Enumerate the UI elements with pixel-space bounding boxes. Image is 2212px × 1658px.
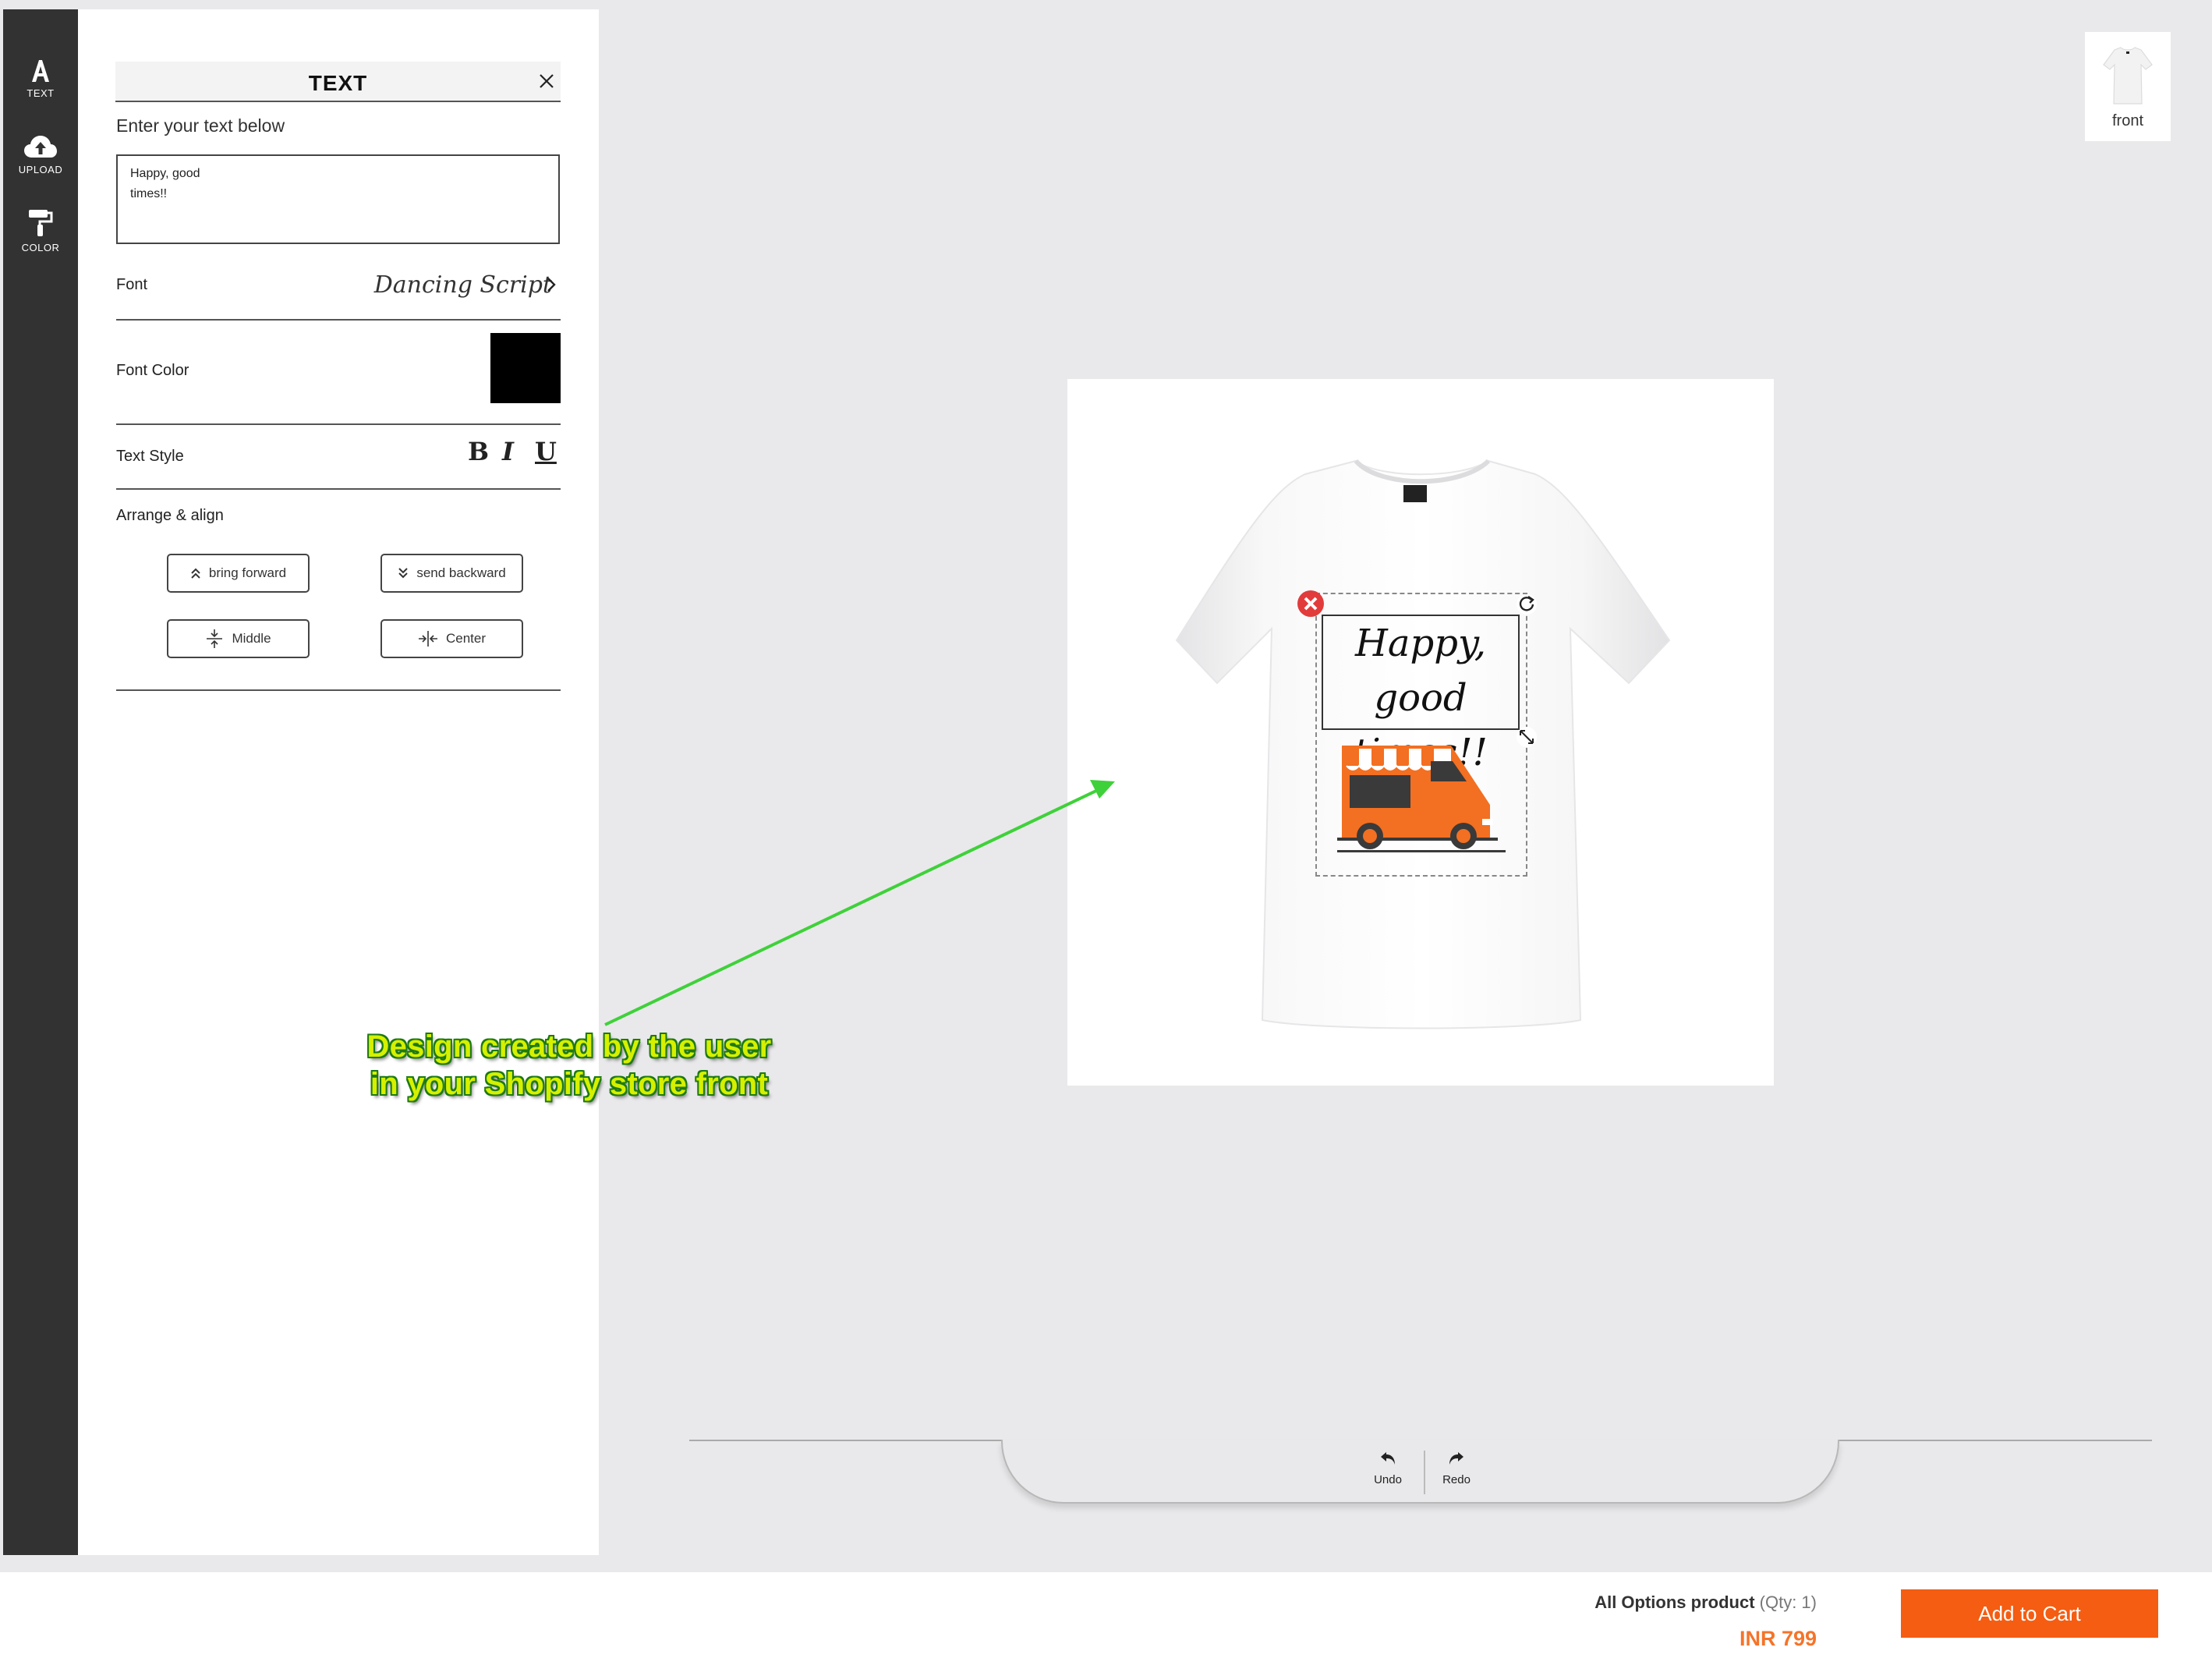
divider	[116, 488, 561, 490]
chevron-right-icon[interactable]	[544, 276, 558, 293]
panel-header: TEXT	[115, 62, 561, 102]
underline-button[interactable]: U	[535, 437, 557, 466]
design-canvas[interactable]: Happy, good times!!	[1067, 379, 1774, 1086]
annotation-text: Design created by the user in your Shopi…	[351, 1028, 787, 1103]
italic-button[interactable]: I	[502, 437, 514, 466]
toolbar-item-upload[interactable]: UPLOAD	[3, 134, 78, 175]
food-truck-image[interactable]	[1337, 741, 1506, 855]
close-icon[interactable]	[537, 72, 556, 90]
text-panel: TEXT Enter your text below Happy, good t…	[78, 9, 599, 1555]
align-middle-button[interactable]: Middle	[167, 619, 310, 658]
bring-forward-label: bring forward	[208, 565, 287, 580]
font-selector[interactable]: Dancing Script	[374, 271, 552, 299]
annotation-line-2: in your Shopify store front	[370, 1067, 769, 1101]
text-input-label: Enter your text below	[116, 115, 285, 136]
text-icon	[32, 60, 49, 82]
panel-title: TEXT	[308, 71, 368, 95]
undo-button[interactable]: Undo	[1364, 1451, 1411, 1486]
tshirt-thumbnail-icon	[2103, 47, 2153, 105]
arrange-label: Arrange & align	[116, 507, 224, 524]
align-middle-icon	[207, 629, 223, 648]
left-toolbar: TEXT UPLOAD COLOR	[3, 9, 78, 1555]
add-to-cart-button[interactable]: Add to Cart	[1901, 1589, 2158, 1638]
delete-handle-icon[interactable]	[1297, 590, 1325, 618]
send-backward-button[interactable]: send backward	[380, 554, 523, 593]
undo-icon	[1381, 1452, 1395, 1465]
undo-label: Undo	[1374, 1473, 1402, 1486]
toolbar-label-upload: UPLOAD	[18, 164, 63, 175]
view-thumbnail-front[interactable]: front	[2085, 32, 2171, 141]
divider	[116, 319, 561, 321]
toolbar-item-color[interactable]: COLOR	[3, 209, 78, 253]
history-bar: Undo Redo	[1001, 1440, 1839, 1504]
product-price: INR 799	[1739, 1627, 1817, 1650]
font-color-swatch[interactable]	[490, 333, 561, 403]
bring-forward-button[interactable]: bring forward	[167, 554, 310, 593]
history-divider	[1424, 1451, 1425, 1494]
double-chevron-up-icon	[191, 568, 200, 579]
redo-button[interactable]: Redo	[1433, 1451, 1480, 1486]
redo-icon	[1449, 1452, 1463, 1465]
toolbar-label-text: TEXT	[27, 87, 55, 99]
footer-bar: All Options product (Qty: 1) INR 799 Add…	[0, 1572, 2212, 1658]
rotate-handle-icon[interactable]	[1515, 593, 1538, 616]
font-color-label: Font Color	[116, 362, 189, 379]
cloud-upload-icon	[24, 136, 57, 158]
text-style-label: Text Style	[116, 448, 184, 465]
toolbar-item-text[interactable]: TEXT	[3, 58, 78, 99]
redo-label: Redo	[1442, 1473, 1471, 1486]
product-name: All Options product	[1594, 1592, 1755, 1612]
divider	[116, 423, 561, 425]
divider	[116, 689, 561, 691]
annotation-line-1: Design created by the user	[366, 1029, 772, 1064]
text-input[interactable]: Happy, good times!!	[116, 154, 560, 244]
toolbar-label-color: COLOR	[21, 242, 60, 253]
align-middle-label: Middle	[232, 631, 271, 646]
paint-roller-icon	[29, 210, 53, 236]
align-center-button[interactable]: Center	[380, 619, 523, 658]
product-quantity: (Qty: 1)	[1759, 1592, 1817, 1612]
align-center-label: Center	[445, 631, 487, 646]
font-label: Font	[116, 276, 148, 293]
bold-button[interactable]: B	[468, 437, 489, 466]
send-backward-label: send backward	[416, 565, 506, 580]
view-thumbnail-label: front	[2111, 112, 2144, 129]
align-center-icon	[418, 631, 437, 647]
resize-handle-icon[interactable]	[1515, 725, 1538, 749]
design-text-object[interactable]: Happy, good times!!	[1322, 615, 1520, 774]
product-summary: All Options product (Qty: 1)	[1594, 1592, 1817, 1613]
double-chevron-down-icon	[398, 568, 409, 579]
